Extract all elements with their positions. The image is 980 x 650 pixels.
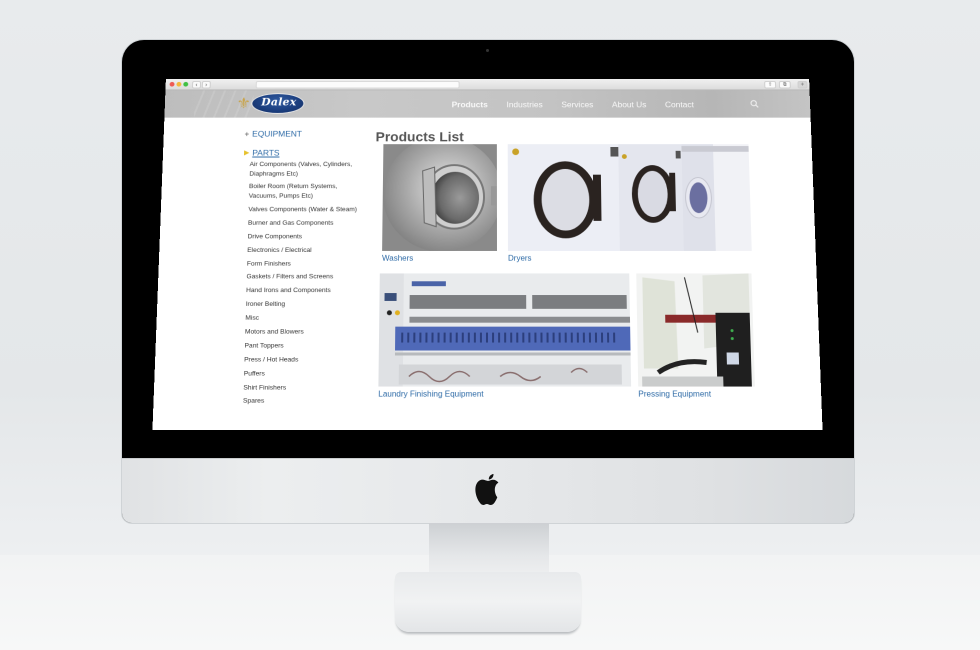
- pressing-equipment-image[interactable]: [636, 273, 755, 387]
- washers-image[interactable]: [382, 144, 497, 251]
- sidebar-item-equipment[interactable]: + EQUIPMENT: [244, 129, 362, 138]
- camera-icon: [486, 49, 489, 52]
- product-card-pressing[interactable]: Pressing Equipment: [636, 273, 755, 399]
- sidebar-subitem[interactable]: Press / Hot Heads: [244, 355, 360, 365]
- nav-industries[interactable]: Industries: [506, 99, 542, 108]
- address-bar[interactable]: [255, 80, 460, 89]
- sidebar-subitem[interactable]: Hand Irons and Components: [246, 286, 361, 295]
- product-card-dryers[interactable]: Dryers: [507, 144, 752, 263]
- product-link[interactable]: Dryers: [508, 254, 752, 263]
- dryers-image[interactable]: [507, 144, 752, 251]
- sidebar-subitem[interactable]: Spares: [243, 397, 359, 407]
- share-button[interactable]: ⇧: [764, 80, 777, 89]
- parts-subcategory-list: Air Components (Valves, Cylinders, Diaph…: [237, 160, 363, 406]
- sidebar-subitem[interactable]: Form Finishers: [247, 259, 361, 268]
- minimize-window-button[interactable]: [176, 81, 182, 87]
- nav-products[interactable]: Products: [452, 99, 488, 108]
- sidebar-subitem[interactable]: Misc: [245, 314, 360, 323]
- screen-area: ‹ › ⇧ ⧉ + ⚜ Dalex Products Industries Se…: [152, 70, 823, 430]
- page-title: Products List: [375, 128, 464, 145]
- site-header: ⚜ Dalex Products Industries Services Abo…: [164, 90, 811, 118]
- monitor-stand-base: [395, 572, 581, 632]
- expand-plus-icon: +: [244, 129, 250, 138]
- product-card-washers[interactable]: Washers: [382, 144, 497, 263]
- sidebar-subitem[interactable]: Pant Toppers: [244, 341, 359, 351]
- sidebar-subitem[interactable]: Burner and Gas Components: [248, 219, 362, 228]
- sidebar-item-label: PARTS: [252, 147, 280, 158]
- sidebar-subitem[interactable]: Electronics / Electrical: [247, 246, 361, 255]
- nav-services[interactable]: Services: [561, 99, 593, 108]
- apple-logo-icon: [475, 474, 499, 505]
- sidebar-subitem[interactable]: Gaskets / Filters and Screens: [246, 273, 360, 282]
- laundry-finishing-image[interactable]: [378, 273, 632, 387]
- product-link[interactable]: Washers: [382, 254, 497, 263]
- page-content: + EQUIPMENT ▶ PARTS Air Components (Valv…: [152, 118, 822, 429]
- arrow-right-icon: ▶: [243, 149, 250, 157]
- monitor-stand-neck: [429, 523, 549, 578]
- sidebar-subitem[interactable]: Motors and Blowers: [245, 328, 360, 338]
- maximize-window-button[interactable]: [183, 81, 189, 87]
- sidebar-subitem[interactable]: Valves Components (Water & Steam): [248, 205, 362, 214]
- sidebar-subitem[interactable]: Puffers: [244, 369, 360, 379]
- sidebar-subitem[interactable]: Boiler Room (Return Systems, Vacuums, Pu…: [249, 183, 363, 201]
- search-icon[interactable]: [750, 100, 759, 108]
- browser-toolbar: ‹ › ⇧ ⧉ +: [165, 79, 810, 91]
- forward-button[interactable]: ›: [201, 80, 211, 89]
- product-card-laundry-finishing[interactable]: Laundry Finishing Equipment: [378, 273, 632, 399]
- sidebar-item-label: EQUIPMENT: [252, 128, 303, 139]
- sidebar-subitem[interactable]: Air Components (Valves, Cylinders, Diaph…: [249, 160, 362, 178]
- sidebar-subitem[interactable]: Ironer Belting: [246, 300, 361, 309]
- tab-overview-button[interactable]: ⧉: [778, 80, 791, 89]
- back-button[interactable]: ‹: [191, 80, 202, 89]
- product-link[interactable]: Pressing Equipment: [638, 390, 755, 399]
- nav-contact[interactable]: Contact: [665, 99, 694, 108]
- product-link[interactable]: Laundry Finishing Equipment: [378, 390, 631, 399]
- close-window-button[interactable]: [169, 81, 175, 87]
- main-nav: Products Industries Services About Us Co…: [452, 90, 713, 117]
- sidebar-subitem[interactable]: Shirt Finishers: [243, 383, 359, 393]
- nav-about-us[interactable]: About Us: [612, 99, 646, 108]
- sidebar-subitem[interactable]: Drive Components: [247, 232, 361, 241]
- sidebar: + EQUIPMENT ▶ PARTS Air Components (Valv…: [237, 129, 363, 411]
- sidebar-item-parts[interactable]: ▶ PARTS: [244, 148, 363, 158]
- logo-text: Dalex: [261, 95, 297, 109]
- browser-window: ‹ › ⇧ ⧉ + ⚜ Dalex Products Industries Se…: [152, 79, 823, 430]
- dalex-logo[interactable]: ⚜ Dalex: [236, 92, 305, 115]
- new-tab-button[interactable]: +: [797, 80, 808, 89]
